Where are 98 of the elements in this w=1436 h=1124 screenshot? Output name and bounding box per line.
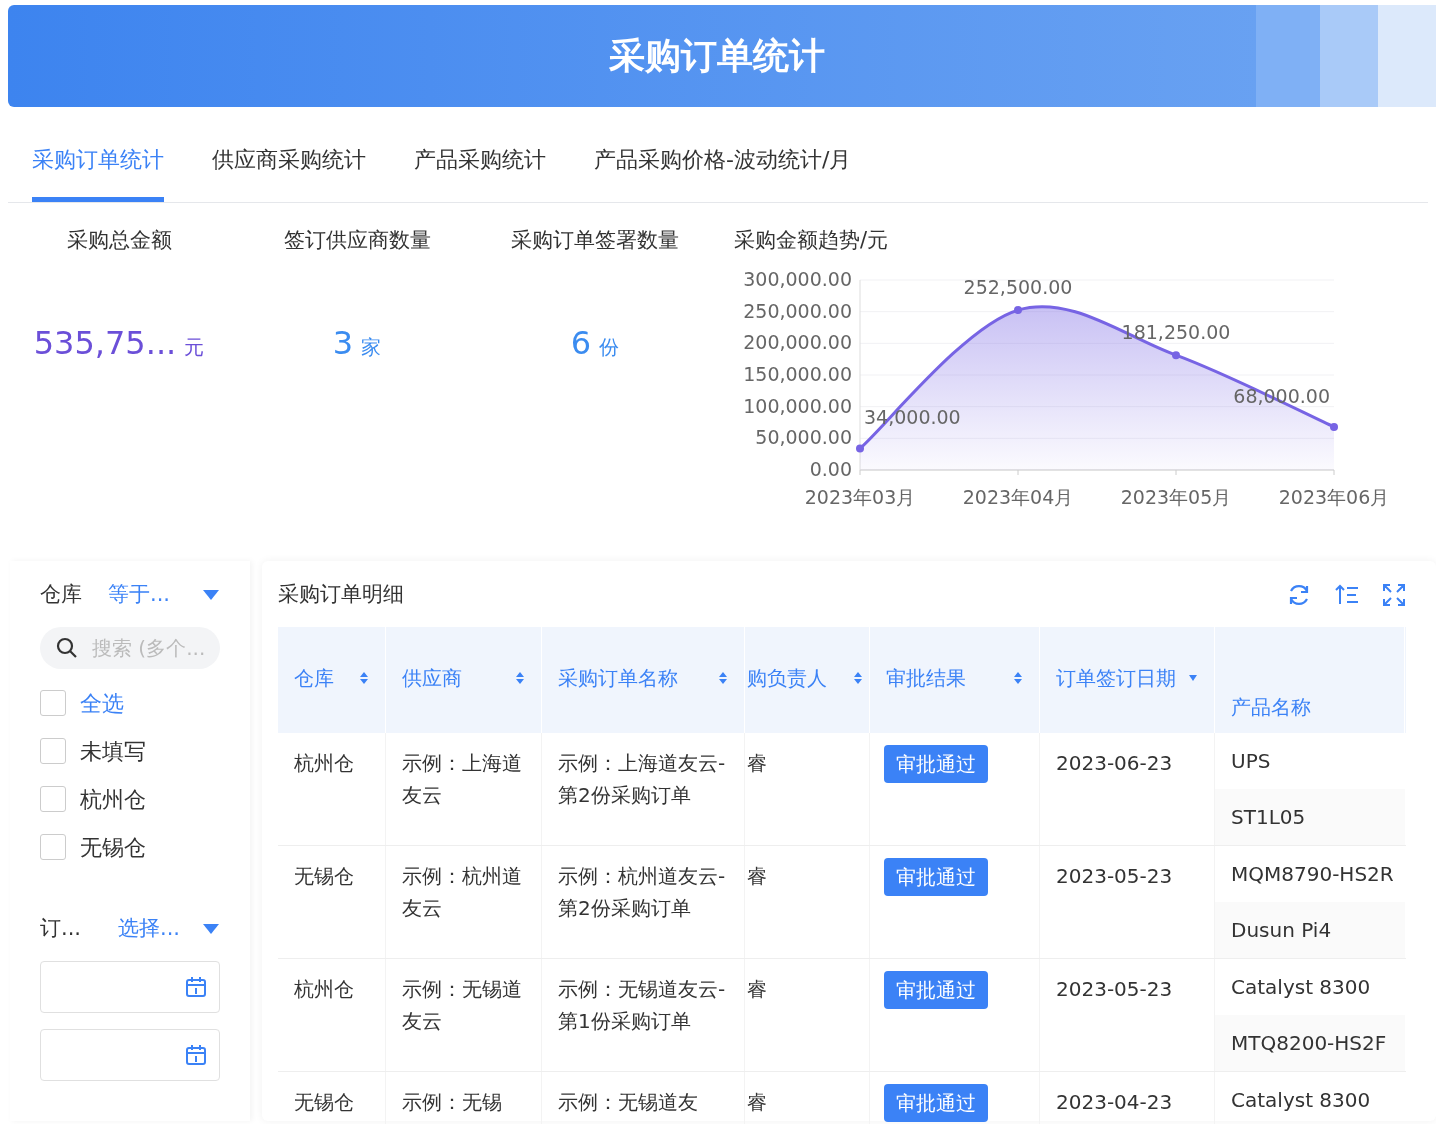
x-tick-label: 2023年06月: [1278, 486, 1390, 508]
stat-value: 535,75...: [33, 323, 177, 364]
status-tag: 审批通过: [884, 745, 988, 783]
checkbox[interactable]: [40, 690, 66, 716]
column-header[interactable]: 采购订单名称: [558, 663, 710, 693]
operator-select[interactable]: 选择...: [118, 913, 202, 945]
y-tick-label: 200,000.00: [743, 331, 852, 354]
chart-title: 采购金额趋势/元: [734, 227, 890, 255]
status-tag: 审批通过: [884, 971, 988, 1009]
table-title: 采购订单明细: [278, 581, 405, 609]
stat-value: 6: [570, 323, 592, 364]
stat-unit: 元: [184, 334, 205, 361]
data-label: 252,500.00: [963, 276, 1073, 299]
table-cell-text: 2023-05-23: [1056, 976, 1174, 1003]
table-cell-text: 示例：无锡道友: [558, 1089, 699, 1116]
table-cell-text: Catalyst 8300: [1231, 974, 1371, 1001]
column-header[interactable]: 仓库: [294, 663, 351, 693]
calendar-icon: [185, 976, 207, 998]
table-cell-text: 示例：无锡道友云-第1份采购订单: [558, 976, 727, 1035]
option-label: 杭州仓: [80, 785, 146, 814]
checkbox[interactable]: [40, 738, 66, 764]
table-cell-text: UPS: [1231, 748, 1271, 775]
sort-icon[interactable]: [515, 671, 525, 685]
stat-unit: 家: [361, 334, 382, 361]
y-tick-label: 300,000.00: [743, 268, 852, 290]
table-cell-text: 2023-05-23: [1056, 863, 1174, 890]
caret-icon[interactable]: [202, 923, 220, 935]
option-label: 全选: [80, 689, 124, 718]
checkbox[interactable]: [40, 786, 66, 812]
date-field[interactable]: [40, 961, 220, 1013]
table-cell-text: 睿: [747, 976, 768, 1003]
table-cell-text: 示例：杭州道友云-第2份采购订单: [558, 863, 727, 922]
operator-select[interactable]: 等于...: [108, 579, 202, 611]
y-tick-label: 50,000.00: [755, 426, 852, 449]
table-cell-text: MTQ8200-HS2F: [1231, 1030, 1387, 1057]
column-header[interactable]: 产品名称: [1231, 692, 1388, 722]
status-tag: 审批通过: [884, 1084, 988, 1122]
table-cell-text: ST1L05: [1231, 804, 1306, 831]
sort-icon[interactable]: [1013, 671, 1023, 685]
x-tick-label: 2023年04月: [962, 486, 1074, 508]
filter-label: 仓库: [40, 581, 83, 609]
checkbox[interactable]: [40, 834, 66, 860]
data-point: [1330, 422, 1338, 431]
option-label: 无锡仓: [80, 833, 146, 862]
sort-icon[interactable]: [718, 671, 728, 685]
x-tick-label: 2023年03月: [804, 486, 916, 508]
column-header[interactable]: 审批结果: [886, 663, 1005, 693]
table-cell-text: 示例：上海道友云-第2份采购订单: [558, 750, 727, 809]
caret-icon[interactable]: [1188, 674, 1198, 682]
table-cell-text: 示例：无锡道友云: [402, 976, 523, 1035]
status-tag: 审批通过: [884, 858, 988, 896]
table-cell-text: 示例：上海道友云: [402, 750, 523, 809]
column-header[interactable]: 供应商: [402, 663, 507, 693]
caret-icon[interactable]: [202, 589, 220, 601]
data-point: [1014, 306, 1022, 315]
search-field[interactable]: 搜索 (多个...: [40, 627, 220, 669]
x-tick-label: 2023年05月: [1120, 486, 1232, 508]
column-header[interactable]: 订单签订日期: [1056, 663, 1180, 693]
option-label: 未填写: [80, 737, 146, 766]
page-title: 采购订单统计: [609, 34, 825, 78]
table-cell-text: 示例：杭州道友云: [402, 863, 523, 922]
y-tick-label: 100,000.00: [743, 394, 852, 417]
stat-label: 签订供应商数量: [283, 227, 431, 255]
data-point: [856, 444, 864, 453]
y-tick-label: 0.00: [809, 458, 852, 480]
stat-value: 3: [332, 323, 354, 364]
table-cell-text: 示例：无锡: [402, 1089, 503, 1116]
tab[interactable]: 采购订单统计: [32, 121, 164, 202]
tab[interactable]: 供应商采购统计: [212, 121, 366, 202]
table-cell-text: 睿: [747, 1089, 768, 1116]
table-cell-text: 2023-06-23: [1056, 750, 1174, 777]
stat-label: 采购订单签署数量: [511, 227, 679, 255]
stat-label: 采购总金额: [66, 227, 172, 255]
search-icon: [56, 637, 78, 659]
table-cell-text: 睿: [747, 863, 768, 890]
filter-label: 订...: [40, 915, 83, 943]
table-cell-text: MQM8790-HS2R: [1231, 861, 1394, 888]
column-header[interactable]: 购负责人: [747, 663, 845, 693]
data-label: 181,250.00: [1121, 321, 1231, 344]
calendar-icon: [185, 1044, 207, 1066]
data-point: [1172, 351, 1180, 360]
table-cell-text: 杭州仓: [294, 750, 355, 777]
sort-icon[interactable]: [359, 671, 369, 685]
tab[interactable]: 产品采购统计: [414, 121, 546, 202]
table-cell-text: 2023-04-23: [1056, 1089, 1174, 1116]
table-cell-text: 睿: [747, 750, 768, 777]
stat-unit: 份: [599, 334, 620, 361]
table-cell-text: 杭州仓: [294, 976, 355, 1003]
table-cell-text: Dusun Pi4: [1231, 917, 1332, 944]
fullscreen-icon[interactable]: [1382, 583, 1406, 607]
date-field[interactable]: [40, 1029, 220, 1081]
table-cell-text: Catalyst 8300: [1231, 1087, 1371, 1114]
table-cell-text: 无锡仓: [294, 1089, 355, 1116]
y-tick-label: 250,000.00: [743, 299, 852, 322]
table-cell-text: 无锡仓: [294, 863, 355, 890]
tab[interactable]: 产品采购价格-波动统计/月: [594, 121, 852, 202]
y-tick-label: 150,000.00: [743, 363, 852, 385]
sort-icon[interactable]: [853, 671, 863, 685]
